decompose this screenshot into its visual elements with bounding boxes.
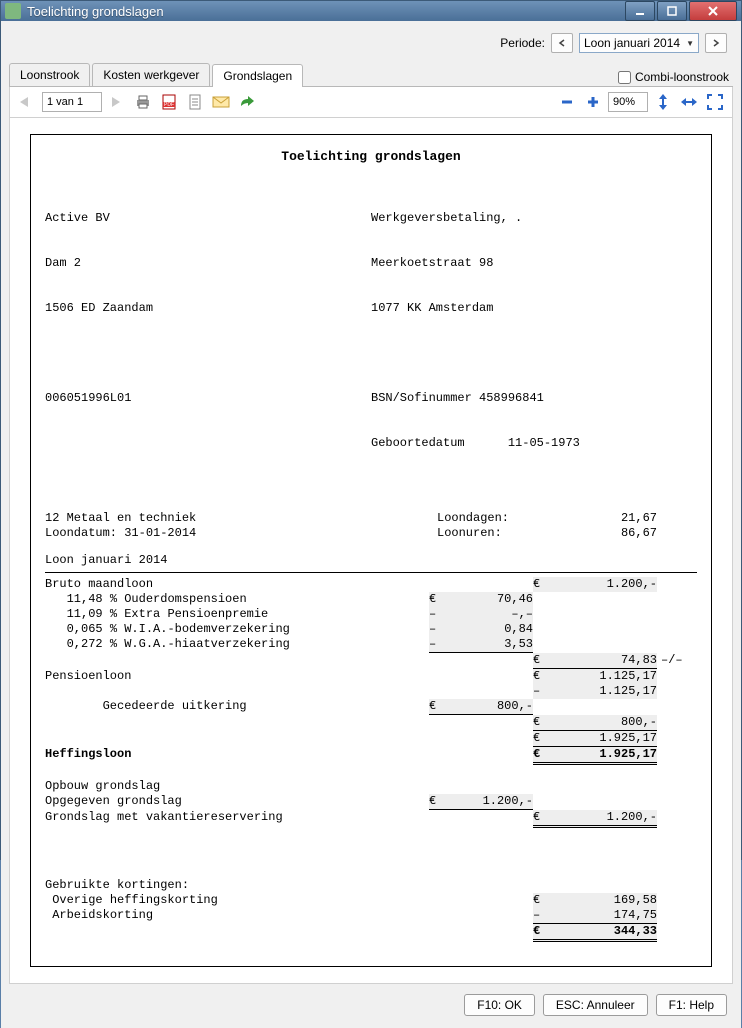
forward-button[interactable] [236,91,258,113]
subtotal-row: € 800,- [45,715,697,731]
minimize-button[interactable] [625,1,655,21]
tab-loonstrook[interactable]: Loonstrook [9,63,90,86]
plus-icon [586,95,600,109]
chevron-left-icon [558,39,566,47]
period-label: Periode: [500,36,545,50]
tab-label: Kosten werkgever [103,68,199,82]
grondslag-row: Grondslag met vakantiereservering € 1.20… [45,810,697,828]
subtotal-row: € 1.925,17 [45,731,697,747]
combi-loonstrook-check[interactable]: Combi-loonstrook [614,68,733,86]
email-button[interactable] [210,91,232,113]
period-next-button[interactable] [705,33,727,53]
opbouw-label: Opbouw grondslag [45,779,697,794]
dialog-buttons: F10: OK ESC: Annuleer F1: Help [9,984,733,1020]
korting-row: Overige heffingskorting € 169,58 [45,893,697,908]
meta-row-1: 12 Metaal en techniek Loondagen: 21,67 [45,511,697,526]
report-title: Toelichting grondslagen [45,149,697,165]
window-title: Toelichting grondslagen [27,4,625,19]
combi-checkbox[interactable] [618,71,631,84]
korting-row: Arbeidskorting – 174,75 [45,908,697,924]
mail-icon [211,94,231,110]
employee-payment: Werkgeversbetaling, . [371,211,697,226]
app-icon [5,3,21,19]
report-page: Toelichting grondslagen Active BV Dam 2 … [30,134,712,967]
period-line: Loon januari 2014 [45,553,697,568]
app-window: Toelichting grondslagen Periode: Loon ja… [0,0,742,860]
zoom-out-button[interactable] [556,91,578,113]
minus-icon [560,95,574,109]
fullscreen-button[interactable] [704,91,726,113]
deduction-row: 11,09 % Extra Pensioenpremie – –,– [45,607,697,622]
printer-icon [134,94,152,110]
titlebar: Toelichting grondslagen [1,1,741,21]
fit-height-icon [656,93,670,111]
pdf-icon: PDF [160,93,178,111]
export-button[interactable] [184,91,206,113]
nav-first-button[interactable] [16,91,38,113]
company-id: 006051996L01 [45,391,371,406]
header-block: Active BV Dam 2 1506 ED Zaandam 00605199… [45,181,697,481]
deduction-row: 0,272 % W.G.A.-hiaatverzekering – 3,53 [45,637,697,653]
tab-label: Loonstrook [20,68,79,82]
company-street: Dam 2 [45,256,371,271]
fit-height-button[interactable] [652,91,674,113]
opgegeven-row: Opgegeven grondslag € 1.200,- [45,794,697,810]
korting-total-row: € 344,33 [45,924,697,942]
report-viewport[interactable]: Toelichting grondslagen Active BV Dam 2 … [9,118,733,984]
svg-text:PDF: PDF [164,102,174,108]
ok-button[interactable]: F10: OK [464,994,535,1016]
company-city: 1506 ED Zaandam [45,301,371,316]
pensioen-row-2: – 1.125,17 [45,684,697,699]
geced-row: Gecedeerde uitkering € 800,- [45,699,697,715]
pdf-button[interactable]: PDF [158,91,180,113]
share-arrow-icon [238,94,256,110]
zoom-input[interactable]: 90% [608,92,648,112]
employee-street: Meerkoetstraat 98 [371,256,697,271]
document-icon [186,93,204,111]
company-name: Active BV [45,211,371,226]
period-prev-button[interactable] [551,33,573,53]
help-button[interactable]: F1: Help [656,994,727,1016]
fullscreen-icon [707,94,723,110]
period-value: Loon januari 2014 [584,36,680,50]
tab-row: Loonstrook Kosten werkgever Grondslagen … [9,63,733,87]
close-icon [708,6,718,16]
tab-grondslagen[interactable]: Grondslagen [212,64,303,87]
subtotal-row: € 74,83 –/– [45,653,697,669]
chevron-down-icon: ▼ [686,39,694,48]
employee-city: 1077 KK Amsterdam [371,301,697,316]
deduction-row: 11,48 % Ouderdomspensioen € 70,46 [45,592,697,607]
pensioen-row: Pensioenloon € 1.125,17 [45,669,697,684]
period-combo[interactable]: Loon januari 2014 ▼ [579,33,699,53]
zoom-in-button[interactable] [582,91,604,113]
client-area: Periode: Loon januari 2014 ▼ Loonstrook … [1,21,741,1028]
fit-width-button[interactable] [678,91,700,113]
arrow-right-icon [108,95,126,109]
page-indicator[interactable]: 1 van 1 [42,92,102,112]
chevron-right-icon [712,39,720,47]
deduction-row: 0,065 % W.I.A.-bodemverzekering – 0,84 [45,622,697,637]
nav-next-button[interactable] [106,91,128,113]
combi-label: Combi-loonstrook [635,70,729,84]
tab-label: Grondslagen [223,69,292,83]
minimize-icon [635,6,645,16]
print-button[interactable] [132,91,154,113]
close-button[interactable] [689,1,737,21]
meta-row-2: Loondatum: 31-01-2014 Loonuren: 86,67 [45,526,697,541]
fit-width-icon [680,95,698,109]
kortingen-header: Gebruikte kortingen: [45,878,697,893]
maximize-button[interactable] [657,1,687,21]
heffingsloon-row: Heffingsloon € 1.925,17 [45,747,697,765]
maximize-icon [667,6,677,16]
tab-kosten-werkgever[interactable]: Kosten werkgever [92,63,210,86]
arrow-left-icon [18,95,36,109]
report-toolbar: 1 van 1 PDF [9,87,733,118]
cancel-button[interactable]: ESC: Annuleer [543,994,648,1016]
bruto-row: Bruto maandloon € 1.200,- [45,577,697,592]
period-row: Periode: Loon januari 2014 ▼ [9,29,733,57]
